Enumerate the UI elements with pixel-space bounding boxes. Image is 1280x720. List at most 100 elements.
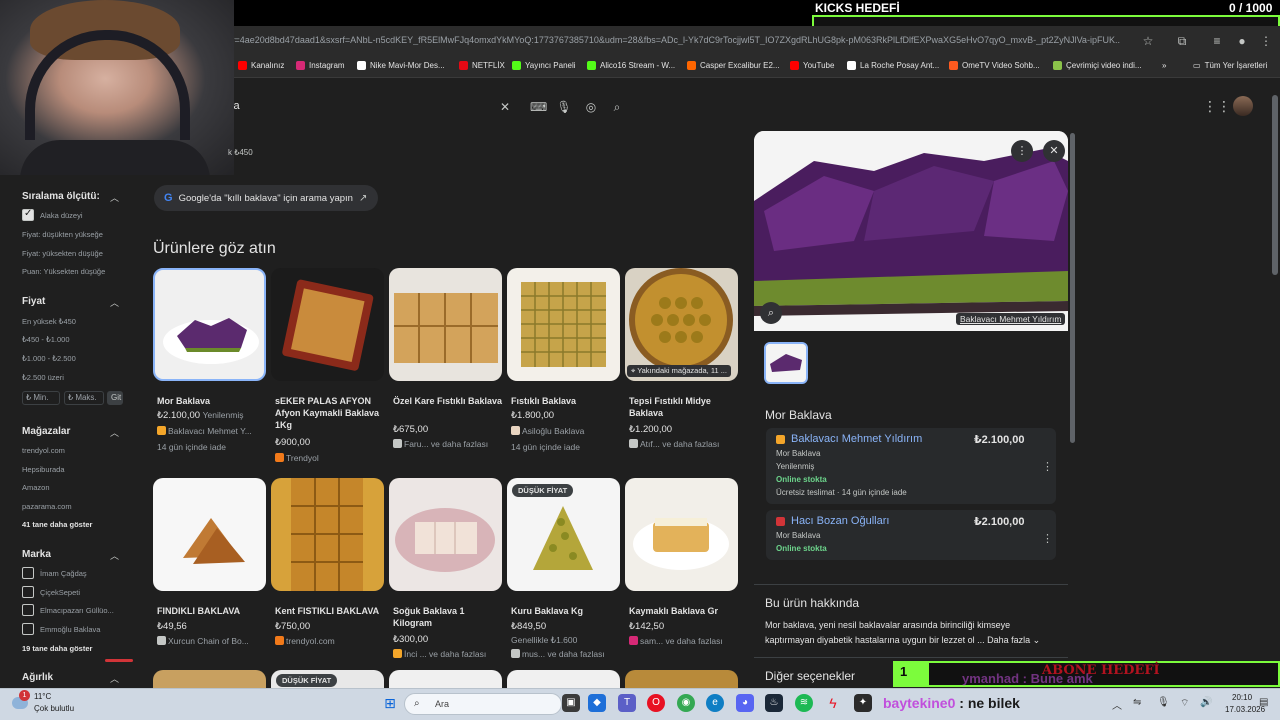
chevron-up-icon[interactable]: ︿ bbox=[110, 191, 119, 204]
taskbar-search[interactable]: Ara bbox=[404, 693, 562, 715]
price-option[interactable]: En yüksek ₺450 bbox=[22, 317, 76, 326]
store-option[interactable]: Amazon bbox=[22, 483, 50, 492]
brand-checkbox[interactable] bbox=[22, 567, 34, 579]
product-image[interactable] bbox=[389, 478, 502, 591]
price-min-input[interactable]: ₺ Min. bbox=[22, 391, 60, 405]
edge-icon[interactable]: e bbox=[706, 694, 724, 712]
app-icon[interactable]: ✦ bbox=[854, 694, 872, 712]
brand-option[interactable]: Elmacıpazarı Güllüo... bbox=[40, 606, 114, 615]
product-image[interactable] bbox=[389, 670, 502, 688]
sort-option[interactable]: Alaka düzeyi bbox=[40, 211, 83, 220]
chevron-up-icon[interactable]: ︿ bbox=[110, 426, 119, 439]
price-max-input[interactable]: ₺ Maks. bbox=[64, 391, 104, 405]
app-icon[interactable]: ◆ bbox=[588, 694, 606, 712]
windows-start-icon[interactable]: ⊞ bbox=[381, 694, 399, 712]
network-icon[interactable]: ⇋ bbox=[1133, 697, 1141, 708]
store-option[interactable]: pazarama.com bbox=[22, 502, 72, 511]
stores-more-link[interactable]: 41 tane daha göster bbox=[22, 520, 92, 529]
volume-icon[interactable]: 🔊 bbox=[1200, 697, 1212, 708]
extensions-icon[interactable]: ⧉ bbox=[1175, 34, 1189, 48]
playlist-icon[interactable]: ≡ bbox=[1210, 34, 1224, 48]
notifications-icon[interactable]: ▤ bbox=[1259, 697, 1268, 708]
wifi-icon[interactable]: ⌔ bbox=[1180, 697, 1189, 710]
close-icon[interactable]: ✕ bbox=[1043, 140, 1065, 162]
offer-menu-icon[interactable]: ⋮ bbox=[1042, 460, 1053, 473]
bookmark-item[interactable]: Çevrimiçi video indi... bbox=[1053, 61, 1142, 70]
image-credit-link[interactable]: Baklavacı Mehmet Yıldırım bbox=[956, 313, 1066, 325]
store-option[interactable]: trendyol.com bbox=[22, 446, 65, 455]
bookmarks-overflow-icon[interactable]: » bbox=[1162, 61, 1166, 70]
brand-option[interactable]: Emmoğlu Baklava bbox=[40, 625, 100, 634]
teams-icon[interactable]: T bbox=[618, 694, 636, 712]
chevron-up-icon[interactable]: ︿ bbox=[1112, 697, 1122, 712]
product-image[interactable] bbox=[507, 670, 620, 688]
product-image[interactable] bbox=[625, 478, 738, 591]
product-title[interactable]: Kuru Baklava Kg bbox=[511, 605, 623, 617]
thumbnail-selected[interactable] bbox=[764, 342, 808, 384]
avatar[interactable] bbox=[1233, 96, 1253, 116]
product-title[interactable]: Fıstıklı Baklava bbox=[511, 395, 623, 407]
offer-card[interactable]: Baklavacı Mehmet Yıldırım ₺2.100,00 Mor … bbox=[766, 428, 1056, 504]
bookmark-item[interactable]: OmeTV Video Sohb... bbox=[949, 61, 1040, 70]
store-option[interactable]: Hepsiburada bbox=[22, 465, 65, 474]
more-link[interactable]: Daha fazla bbox=[987, 635, 1030, 645]
product-title[interactable]: sEKER PALAS AFYON Afyon Kaymakli Baklava… bbox=[275, 395, 387, 431]
weather-temp[interactable]: 11°C bbox=[34, 692, 51, 701]
google-search-chip[interactable]: G Google'da "kıllı baklava" için arama y… bbox=[154, 185, 378, 211]
brand-option[interactable]: ÇiçekSepeti bbox=[40, 588, 80, 597]
sort-relevance-checkbox[interactable] bbox=[22, 208, 34, 221]
price-go-button[interactable]: Git bbox=[107, 391, 123, 405]
offer-seller[interactable]: Baklavacı Mehmet Yıldırım bbox=[791, 433, 922, 445]
bookmark-item[interactable]: Alico16 Stream - W... bbox=[587, 61, 675, 70]
bookmark-item[interactable]: Kanalınız bbox=[238, 61, 284, 70]
clock-time[interactable]: 20:10 bbox=[1232, 693, 1252, 702]
brand-checkbox[interactable] bbox=[22, 586, 34, 598]
lens-icon[interactable]: ◎ bbox=[583, 99, 599, 115]
price-option[interactable]: ₺450 - ₺1.000 bbox=[22, 335, 70, 344]
microphone-icon[interactable]: 🎙 bbox=[556, 99, 572, 115]
brands-more-link[interactable]: 19 tane daha göster bbox=[22, 644, 92, 653]
discord-icon[interactable]: ◕ bbox=[736, 694, 754, 712]
bookmark-item[interactable]: Instagram bbox=[296, 61, 345, 70]
bolt-icon[interactable]: ϟ bbox=[824, 694, 842, 712]
page-scrollbar[interactable] bbox=[1272, 95, 1278, 275]
sort-option[interactable]: Fiyat: düşükten yükseğe bbox=[22, 230, 103, 239]
menu-kebab-icon[interactable]: ⋮ bbox=[1259, 34, 1273, 48]
product-title[interactable]: FINDIKLI BAKLAVA bbox=[157, 605, 269, 617]
bookmark-item[interactable]: Yayıncı Paneli bbox=[512, 61, 576, 70]
search-icon[interactable]: ⌕ bbox=[609, 99, 625, 115]
brand-option[interactable]: İmam Çağdaş bbox=[40, 569, 87, 578]
product-image[interactable] bbox=[153, 478, 266, 591]
weather-status[interactable]: Çok bulutlu bbox=[34, 704, 74, 713]
filter-chip[interactable]: k ₺450 bbox=[228, 148, 253, 157]
bookmark-item[interactable]: Casper Excalibur E2... bbox=[687, 61, 780, 70]
chevron-up-icon[interactable]: ︿ bbox=[110, 672, 119, 685]
product-title[interactable]: Kaymaklı Baklava Gr bbox=[629, 605, 741, 617]
product-title[interactable]: Tepsi Fıstıklı Midye Baklava bbox=[629, 395, 741, 419]
brand-checkbox[interactable] bbox=[22, 623, 34, 635]
chevron-up-icon[interactable]: ︿ bbox=[110, 296, 119, 309]
product-image[interactable] bbox=[389, 268, 502, 381]
sort-option[interactable]: Puan: Yüksekten düşüğe bbox=[22, 267, 105, 276]
product-image[interactable] bbox=[271, 268, 384, 381]
opera-icon[interactable]: O bbox=[647, 694, 665, 712]
spotify-icon[interactable]: ≋ bbox=[795, 694, 813, 712]
product-image[interactable] bbox=[153, 268, 266, 381]
product-title[interactable]: Özel Kare Fıstıklı Baklava bbox=[393, 395, 505, 407]
product-image[interactable] bbox=[507, 268, 620, 381]
product-image[interactable] bbox=[271, 478, 384, 591]
product-title[interactable]: Mor Baklava bbox=[157, 395, 269, 407]
product-title[interactable]: Kent FISTIKLI BAKLAVA bbox=[275, 605, 387, 617]
zoom-icon[interactable]: ⌕ bbox=[760, 302, 782, 324]
offer-seller[interactable]: Hacı Bozan Oğulları bbox=[791, 515, 889, 527]
sort-option[interactable]: Fiyat: yüksekten düşüğe bbox=[22, 249, 103, 258]
bookmark-item[interactable]: Nike Mavi-Mor Des... bbox=[357, 61, 445, 70]
more-options-icon[interactable]: ⋮ bbox=[1011, 140, 1033, 162]
microphone-icon[interactable]: 🎙 bbox=[1157, 697, 1170, 708]
bookmark-item[interactable]: NETFLİX bbox=[459, 61, 505, 70]
url-text[interactable]: v=4ae20d8bd47daad1&sxsrf=ANbL-n5cdKEY_fR… bbox=[230, 35, 1120, 45]
product-image[interactable] bbox=[153, 670, 266, 688]
chevron-up-icon[interactable]: ︿ bbox=[110, 549, 119, 562]
product-image[interactable] bbox=[625, 670, 738, 688]
clear-icon[interactable]: ✕ bbox=[497, 99, 513, 115]
